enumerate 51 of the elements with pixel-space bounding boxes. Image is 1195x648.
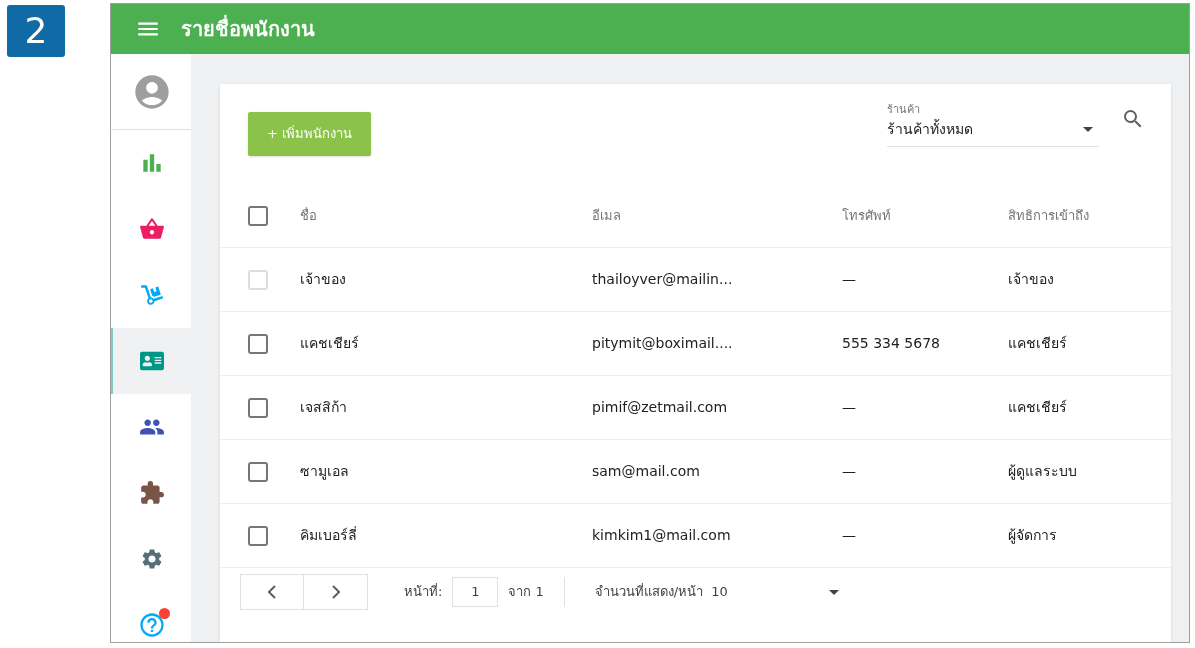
dropdown-caret-icon xyxy=(828,589,839,595)
page-number-field[interactable]: 1 xyxy=(452,577,499,607)
table-cell-text: ซามูเอล xyxy=(300,462,350,482)
table-cell-text: — xyxy=(842,398,857,417)
dropdown-caret-icon xyxy=(1083,126,1093,132)
app-title: รายชื่อพนักงาน xyxy=(181,14,315,43)
table-cell-text: pimif@zetmail.com xyxy=(592,398,729,417)
checkbox[interactable] xyxy=(248,205,268,226)
checkbox[interactable] xyxy=(248,461,268,482)
table-cell-text: — xyxy=(842,462,857,481)
hand-truck-icon xyxy=(141,284,163,306)
table-cell-text: เจสสิก้า xyxy=(300,398,348,417)
table-cell-text: แคชเชียร์ xyxy=(300,334,360,353)
table-cell-text: เจ้าของ xyxy=(1008,270,1055,289)
table-cell-text: thailoyver@mailin... xyxy=(592,270,734,289)
table-cell-text: — xyxy=(842,526,857,545)
checkbox[interactable] xyxy=(248,397,268,418)
table-cell-text: 555 334 5678 xyxy=(842,334,941,353)
table-row[interactable]: แคชเชียร์ pitymit@boximail.... 555 334 5678 แคชเชียร์ xyxy=(220,312,1171,376)
sidebar-item[interactable] xyxy=(111,328,191,394)
puzzle-icon xyxy=(139,480,165,506)
page-count: จาก 1 xyxy=(508,583,544,602)
table-cell-text: pitymit@boximail.... xyxy=(592,334,734,353)
table-cell-text: kimkim1@mail.com xyxy=(592,526,732,545)
table-cell-text: แคชเชียร์ xyxy=(1008,398,1068,417)
table-cell-text: เจ้าของ xyxy=(300,270,347,289)
column-header: สิทธิการเข้าถึง xyxy=(1008,206,1090,225)
table-row[interactable]: คิมเบอร์ลี่ kimkim1@mail.com — ผู้จัดการ xyxy=(220,504,1171,568)
column-header: อีเมล xyxy=(592,206,622,225)
table-row[interactable]: เจสสิก้า pimif@zetmail.com — แคชเชียร์ xyxy=(220,376,1171,440)
table-cell-text: — xyxy=(842,270,857,289)
step-badge: 2 xyxy=(7,5,65,57)
per-page-select[interactable]: จำนวนที่แสดง/หน้า 10 xyxy=(594,582,845,602)
checkbox[interactable] xyxy=(248,333,268,354)
table-cell-text: แคชเชียร์ xyxy=(1008,334,1068,353)
table-cell-text: ผู้ดูแลระบบ xyxy=(1008,462,1078,482)
column-header: ชื่อ xyxy=(300,206,318,225)
table-cell-text: ผู้จัดการ xyxy=(1008,526,1058,546)
table-row[interactable]: ซามูเอล sam@mail.com — ผู้ดูแลระบบ xyxy=(220,440,1171,504)
column-header: โทรศัพท์ xyxy=(842,206,892,225)
page-label: หน้าที่: xyxy=(404,582,443,602)
settings-icon xyxy=(140,547,164,571)
help-icon xyxy=(138,611,166,639)
table-cell-text: คิมเบอร์ลี่ xyxy=(300,525,358,545)
checkbox[interactable] xyxy=(248,525,268,546)
id-card-icon xyxy=(140,349,164,373)
chevron-left-icon xyxy=(268,585,276,599)
table-cell-text: sam@mail.com xyxy=(592,462,701,481)
basket-icon xyxy=(139,216,165,242)
store-select[interactable]: ร้านค้า ร้านค้าทั้งหมด xyxy=(887,102,1099,147)
chevron-right-icon xyxy=(331,585,340,599)
